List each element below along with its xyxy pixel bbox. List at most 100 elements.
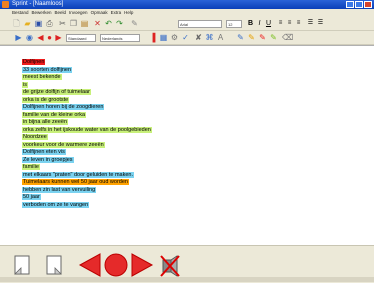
close-button[interactable] bbox=[364, 1, 372, 8]
document-line[interactable]: Ze leven in groepjes bbox=[22, 156, 152, 165]
menu-tools[interactable]: Extra bbox=[111, 9, 122, 17]
font-size-icon[interactable]: A bbox=[216, 33, 225, 42]
stop-icon[interactable]: ● bbox=[45, 33, 54, 42]
next-arrow-icon[interactable] bbox=[130, 252, 154, 278]
highlighted-text: Ze leven in groepjes bbox=[22, 156, 74, 163]
document-line[interactable]: familie bbox=[22, 164, 152, 172]
highlighted-text: familie van de kleine orka bbox=[22, 111, 87, 118]
document-line[interactable]: orka zelfs in het ijskoude water van de … bbox=[22, 126, 152, 135]
document-line[interactable]: in bijna alle zeeën bbox=[22, 119, 152, 127]
status-bar bbox=[0, 277, 374, 282]
highlighted-text: Dolfijnen horen bij de zoogdieren bbox=[22, 104, 105, 110]
standard-toolbar: 🗋 ▰ ▣ ⎙ ✂ ❐ ▤ ✕ ↶ ↷ ✎ Arial 12 B I U ≡ ≡… bbox=[0, 17, 374, 31]
highlighted-text: 33 soorten dolfijnen bbox=[22, 66, 73, 73]
highlighted-text: 50 jaar bbox=[22, 194, 41, 200]
maximize-button[interactable] bbox=[355, 1, 363, 8]
bullets-icon[interactable]: ☰ bbox=[306, 19, 315, 28]
document-line[interactable]: voorkeur voor de warmere zeeën bbox=[22, 141, 152, 150]
undo-icon[interactable]: ↶ bbox=[104, 19, 113, 28]
menu-view[interactable]: Beeld bbox=[55, 9, 67, 17]
highlighted-text: in bijna alle zeeën bbox=[22, 119, 69, 125]
document-line[interactable]: meest bekende bbox=[22, 74, 152, 82]
numbering-icon[interactable]: ☰ bbox=[316, 19, 325, 28]
highlight-green-icon[interactable]: ✎ bbox=[269, 33, 278, 42]
minimize-button[interactable] bbox=[346, 1, 354, 8]
voice-select[interactable]: Standaard bbox=[66, 34, 96, 42]
document-line[interactable]: hebben zin last van vervuiling bbox=[22, 186, 152, 195]
document-line[interactable]: Noordzee bbox=[22, 134, 152, 142]
document-line[interactable]: Dolfijnen eten vis bbox=[22, 149, 152, 157]
read-aloud-icon[interactable]: ▶ bbox=[14, 33, 23, 42]
previous-arrow-icon[interactable] bbox=[78, 252, 102, 278]
spellcheck-icon[interactable]: ✓ bbox=[181, 33, 190, 42]
highlight-blue-icon[interactable]: ✎ bbox=[236, 33, 245, 42]
document-line[interactable]: familie van de kleine orka bbox=[22, 111, 152, 120]
speak-icon[interactable]: ◉ bbox=[25, 33, 34, 42]
font-name-select[interactable]: Arial bbox=[178, 20, 222, 28]
speech-toolbar: ▶ ◉ ◀ ● ▶ Standaard Nederlands ▐ ▦ ⚙ ✓ ✘… bbox=[0, 31, 374, 45]
mute-speaker-icon[interactable] bbox=[159, 254, 181, 278]
stop-icon[interactable] bbox=[104, 252, 128, 278]
title-bar: Sprint - [Naamloos] bbox=[0, 0, 374, 9]
cut-icon[interactable]: ✂ bbox=[58, 19, 67, 28]
document-line[interactable]: Dolfijnen horen bij de zoogdieren bbox=[22, 104, 152, 112]
align-right-icon[interactable]: ≡ bbox=[294, 19, 303, 28]
new-document-icon[interactable]: 🗋 bbox=[12, 19, 21, 28]
pencil-icon[interactable]: ✎ bbox=[130, 19, 139, 28]
paste-icon[interactable]: ▤ bbox=[80, 19, 89, 28]
menu-insert[interactable]: Invoegen bbox=[69, 9, 88, 17]
highlighted-text: de grijze dolfijn of tuimelaar bbox=[22, 89, 91, 95]
document-line[interactable]: Tuimelaars kunnen wel 50 jaar oud worden bbox=[22, 179, 152, 187]
next-document-icon[interactable] bbox=[44, 254, 66, 278]
menu-help[interactable]: Help bbox=[124, 9, 133, 17]
previous-arrow-icon[interactable]: ◀ bbox=[36, 33, 45, 42]
open-folder-icon[interactable]: ▰ bbox=[23, 19, 32, 28]
highlighted-text: orka zelfs in het ijskoude water van de … bbox=[22, 126, 152, 133]
dictionary-icon[interactable]: ▐ bbox=[148, 33, 157, 42]
highlight-red-icon[interactable]: ✎ bbox=[258, 33, 267, 42]
grid-icon[interactable]: ▦ bbox=[159, 33, 168, 42]
highlighted-text: voorkeur voor de warmere zeeën bbox=[22, 141, 105, 148]
document-line[interactable]: 50 jaar bbox=[22, 194, 152, 202]
menu-format[interactable]: Opmaak bbox=[91, 9, 108, 17]
highlighted-text: familie bbox=[22, 164, 40, 170]
window-title: Sprint - [Naamloos] bbox=[12, 1, 64, 7]
menu-file[interactable]: Bestand bbox=[12, 9, 29, 17]
highlighted-text: verboden om ze te vangen bbox=[22, 201, 90, 208]
highlighted-text: Noordzee bbox=[22, 134, 48, 140]
document-text[interactable]: Dolfijnen 33 soorten dolfijnen meest beken… bbox=[22, 59, 152, 209]
align-left-icon[interactable]: ≡ bbox=[276, 19, 285, 28]
highlight-orange-icon[interactable]: ✎ bbox=[247, 33, 256, 42]
predict-icon[interactable]: ⌘ bbox=[205, 33, 214, 42]
document-line[interactable]: Dolfijnen bbox=[22, 59, 152, 67]
highlighted-text: is bbox=[22, 81, 28, 88]
highlighted-text: meest bekende bbox=[22, 74, 62, 80]
align-center-icon[interactable]: ≡ bbox=[285, 19, 294, 28]
settings-icon[interactable]: ⚙ bbox=[170, 33, 179, 42]
document-area[interactable]: Dolfijnen 33 soorten dolfijnen meest beken… bbox=[0, 45, 374, 246]
copy-icon[interactable]: ❐ bbox=[69, 19, 78, 28]
underline-button[interactable]: U bbox=[264, 19, 273, 28]
highlighted-text: Dolfijnen bbox=[22, 59, 46, 65]
highlighted-text: Tuimelaars kunnen wel 50 jaar oud worden bbox=[22, 179, 129, 185]
previous-document-icon[interactable] bbox=[12, 254, 34, 278]
document-line[interactable]: is bbox=[22, 81, 152, 90]
document-line[interactable]: verboden om ze te vangen bbox=[22, 201, 152, 210]
font-size-select[interactable]: 12 bbox=[226, 20, 242, 28]
menu-edit[interactable]: Bewerken bbox=[32, 9, 52, 17]
print-icon[interactable]: ⎙ bbox=[45, 19, 54, 28]
mute-speaker-icon[interactable]: ✘ bbox=[194, 33, 203, 42]
delete-icon[interactable]: ✕ bbox=[93, 19, 102, 28]
document-line[interactable]: de grijze dolfijn of tuimelaar bbox=[22, 89, 152, 97]
document-line[interactable]: orka is de grootste bbox=[22, 96, 152, 105]
save-icon[interactable]: ▣ bbox=[34, 19, 43, 28]
eraser-icon[interactable]: ⌫ bbox=[282, 33, 293, 42]
highlighted-text: orka is de grootste bbox=[22, 96, 70, 103]
language-select[interactable]: Nederlands bbox=[100, 34, 140, 42]
italic-button[interactable]: I bbox=[255, 19, 264, 28]
redo-icon[interactable]: ↷ bbox=[115, 19, 124, 28]
next-arrow-icon[interactable]: ▶ bbox=[54, 33, 63, 42]
bold-button[interactable]: B bbox=[246, 19, 255, 28]
document-line[interactable]: 33 soorten dolfijnen bbox=[22, 66, 152, 75]
document-line[interactable]: met elkaars "praten" door geluiden te ma… bbox=[22, 171, 152, 180]
